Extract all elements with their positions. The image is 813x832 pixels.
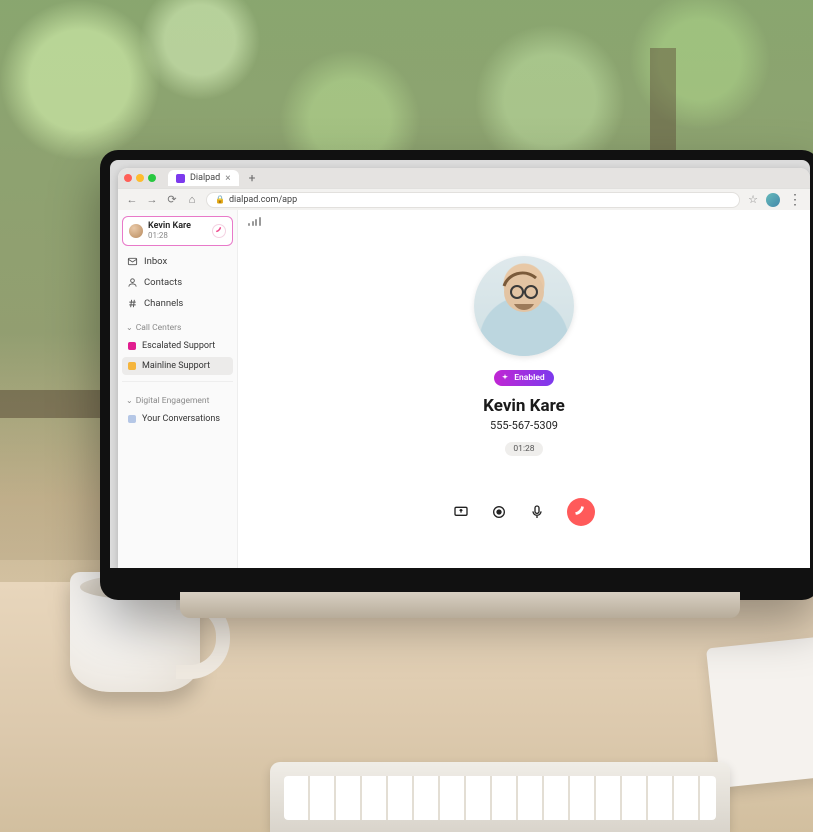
nav-home-icon[interactable]: ⌂	[186, 193, 198, 206]
bookmark-icon[interactable]: ☆	[748, 193, 758, 206]
hangup-icon	[215, 226, 224, 235]
color-swatch-icon	[128, 415, 136, 423]
address-bar[interactable]: 🔒 dialpad.com/app	[206, 192, 740, 208]
call-controls	[453, 498, 595, 526]
color-swatch-icon	[128, 362, 136, 370]
sparkle-icon	[500, 373, 510, 383]
new-tab-button[interactable]: +	[245, 171, 260, 185]
call-center-escalated[interactable]: Escalated Support	[122, 337, 233, 355]
nav-contacts[interactable]: Contacts	[122, 273, 233, 292]
profile-avatar-icon[interactable]	[766, 193, 780, 207]
chevron-down-icon: ⌄	[126, 396, 133, 405]
nav-reload-icon[interactable]: ⟳	[166, 193, 178, 206]
browser-tab[interactable]: Dialpad ×	[168, 170, 239, 186]
chevron-down-icon: ⌄	[126, 323, 133, 332]
caller-avatar-icon	[129, 224, 143, 238]
color-swatch-icon	[128, 342, 136, 350]
maximize-window-icon[interactable]	[148, 174, 156, 182]
sidebar: Kevin Kare 01:28 Inbox	[118, 210, 238, 568]
card-hangup-button[interactable]	[212, 224, 226, 238]
nav-forward-icon[interactable]: →	[146, 193, 158, 206]
contact-avatar	[474, 256, 574, 356]
call-pane: Enabled Kevin Kare 555-567-5309 01:28	[238, 210, 810, 568]
active-call-name: Kevin Kare	[148, 221, 207, 231]
hangup-icon	[574, 505, 588, 519]
section-digital-engagement[interactable]: ⌄ Digital Engagement	[122, 390, 233, 408]
app-root: Kevin Kare 01:28 Inbox	[118, 210, 810, 568]
section-title: Call Centers	[136, 323, 182, 333]
signal-strength-icon	[248, 216, 261, 226]
active-call-card[interactable]: Kevin Kare 01:28	[122, 216, 233, 246]
nav-item-label: Contacts	[144, 277, 182, 288]
tab-favicon-icon	[176, 174, 185, 183]
keyboard	[270, 762, 730, 832]
monitor-screen: Dialpad × + ← → ⟳ ⌂ 🔒 dialpad.com/app	[110, 160, 810, 568]
nav-item-label: Channels	[144, 298, 183, 309]
nav-item-label: Inbox	[144, 256, 167, 267]
screen-share-icon	[453, 504, 469, 520]
contact-phone: 555-567-5309	[490, 419, 558, 432]
microphone-icon	[529, 504, 545, 520]
call-center-mainline[interactable]: Mainline Support	[122, 357, 233, 375]
tab-title: Dialpad	[190, 173, 220, 183]
contact-name: Kevin Kare	[483, 396, 565, 416]
nav-back-icon[interactable]: ←	[126, 193, 138, 206]
nav-inbox[interactable]: Inbox	[122, 252, 233, 271]
sidebar-divider	[122, 381, 233, 382]
screen-share-button[interactable]	[453, 504, 469, 520]
url-text: dialpad.com/app	[229, 195, 297, 205]
ai-enabled-badge: Enabled	[494, 370, 553, 386]
badge-label: Enabled	[514, 373, 544, 383]
browser-window: Dialpad × + ← → ⟳ ⌂ 🔒 dialpad.com/app	[118, 168, 810, 568]
channels-icon	[126, 298, 138, 309]
call-duration: 01:28	[505, 442, 542, 456]
record-button[interactable]	[491, 504, 507, 520]
desk-scene: Dialpad × + ← → ⟳ ⌂ 🔒 dialpad.com/app	[0, 0, 813, 832]
browser-menu-icon[interactable]: ⋮	[788, 193, 802, 207]
inbox-icon	[126, 256, 138, 267]
monitor: Dialpad × + ← → ⟳ ⌂ 🔒 dialpad.com/app	[100, 150, 813, 600]
digital-item-label: Your Conversations	[142, 414, 220, 424]
close-window-icon[interactable]	[124, 174, 132, 182]
call-center-label: Escalated Support	[142, 341, 215, 351]
browser-tabbar: Dialpad × +	[118, 168, 810, 188]
digital-your-conversations[interactable]: Your Conversations	[122, 410, 233, 428]
call-center-label: Mainline Support	[142, 361, 210, 371]
nav-channels[interactable]: Channels	[122, 294, 233, 313]
hangup-button[interactable]	[567, 498, 595, 526]
active-call-time: 01:28	[148, 231, 207, 240]
mute-button[interactable]	[529, 504, 545, 520]
record-icon	[491, 504, 507, 520]
window-controls[interactable]	[124, 174, 156, 182]
section-call-centers[interactable]: ⌄ Call Centers	[122, 317, 233, 335]
lock-icon: 🔒	[215, 195, 225, 204]
minimize-window-icon[interactable]	[136, 174, 144, 182]
browser-toolbar: ← → ⟳ ⌂ 🔒 dialpad.com/app ☆ ⋮	[118, 188, 810, 210]
contacts-icon	[126, 277, 138, 288]
tab-close-icon[interactable]: ×	[225, 173, 230, 184]
section-title: Digital Engagement	[136, 396, 210, 406]
